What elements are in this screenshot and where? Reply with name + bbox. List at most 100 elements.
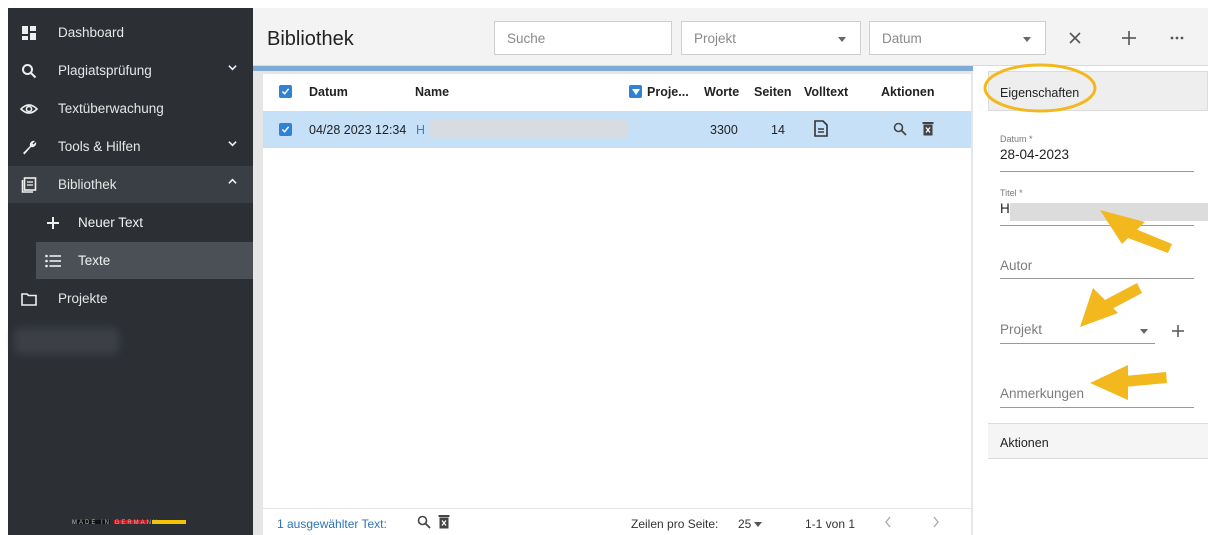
properties-title: Eigenschaften bbox=[1000, 86, 1080, 100]
folder-icon bbox=[18, 292, 40, 306]
autor-placeholder: Autor bbox=[1000, 258, 1033, 273]
row-checkbox[interactable] bbox=[279, 123, 292, 136]
caret-down-icon bbox=[1140, 329, 1148, 334]
library-icon bbox=[18, 176, 40, 193]
project-select[interactable]: Projekt bbox=[681, 21, 861, 55]
rows-per-page-label: Zeilen pro Seite: bbox=[631, 517, 719, 531]
main-panel-accent bbox=[253, 66, 973, 71]
bulk-delete-icon[interactable] bbox=[438, 514, 450, 532]
search-icon bbox=[18, 63, 40, 79]
row-seiten: 14 bbox=[771, 123, 785, 137]
view-icon[interactable] bbox=[893, 122, 907, 139]
list-icon bbox=[42, 254, 64, 268]
column-header-volltext[interactable]: Volltext bbox=[804, 85, 848, 99]
project-placeholder: Projekt bbox=[694, 30, 737, 46]
clear-filter-button[interactable] bbox=[1063, 26, 1087, 50]
sidebar-item-texte[interactable]: Texte bbox=[36, 242, 253, 279]
column-header-name[interactable]: Name bbox=[415, 85, 449, 99]
anmerkungen-underline bbox=[1000, 407, 1194, 408]
autor-underline bbox=[1000, 278, 1194, 279]
selected-count: 1 ausgewählter Text: bbox=[277, 517, 387, 531]
delete-icon[interactable] bbox=[922, 121, 934, 139]
table-footer: 1 ausgewählter Text: Zeilen pro Seite: 2… bbox=[263, 508, 971, 535]
column-header-worte[interactable]: Worte bbox=[704, 85, 739, 99]
titel-underline bbox=[1000, 225, 1194, 226]
chevron-right-icon bbox=[933, 516, 939, 528]
datum-value: 28-04-2023 bbox=[1000, 147, 1070, 162]
plus-icon bbox=[1172, 325, 1184, 337]
sidebar-item-plagiatspruefung[interactable]: Plagiatsprüfung bbox=[8, 52, 253, 89]
column-header-seiten[interactable]: Seiten bbox=[754, 85, 792, 99]
sidebar-item-bibliothek[interactable]: Bibliothek bbox=[8, 166, 253, 203]
dashboard-icon bbox=[18, 25, 40, 41]
projekt-select[interactable]: Projekt bbox=[1000, 322, 1155, 344]
caret-down-icon bbox=[838, 37, 846, 42]
titel-field[interactable]: Titel * H bbox=[1000, 188, 1208, 226]
search-placeholder: Suche bbox=[507, 30, 546, 46]
wrench-icon bbox=[18, 139, 40, 155]
sidebar-item-label: Bibliothek bbox=[58, 177, 117, 192]
projekt-underline bbox=[1000, 343, 1155, 344]
sidebar-item-dashboard[interactable]: Dashboard bbox=[8, 14, 253, 51]
properties-actions-section[interactable]: Aktionen bbox=[988, 423, 1208, 459]
properties-header[interactable]: Eigenschaften bbox=[988, 71, 1208, 111]
search-input[interactable]: Suche bbox=[494, 21, 672, 55]
fulltext-icon[interactable] bbox=[814, 120, 828, 140]
select-all-checkbox[interactable] bbox=[279, 85, 292, 98]
plus-icon bbox=[1122, 31, 1136, 45]
made-in-germany-label: MADE IN GERMANY bbox=[72, 520, 160, 526]
redacted-name bbox=[430, 119, 628, 138]
prev-page-button[interactable] bbox=[884, 516, 892, 531]
close-icon bbox=[1069, 32, 1081, 44]
sidebar-item-label: Texte bbox=[78, 253, 111, 268]
rows-per-page-select[interactable]: 25 bbox=[738, 517, 751, 531]
column-header-aktionen: Aktionen bbox=[881, 85, 935, 99]
top-bar: Bibliothek Suche Projekt Datum bbox=[253, 8, 1208, 66]
row-name: H bbox=[416, 123, 426, 137]
datum-label: Datum * bbox=[1000, 134, 1033, 144]
chevron-left-icon bbox=[885, 516, 891, 528]
sidebar-item-textueberwachung[interactable]: Textüberwachung bbox=[8, 90, 253, 127]
add-project-button[interactable] bbox=[1171, 324, 1185, 341]
project-filter-checkbox[interactable] bbox=[629, 85, 642, 98]
sidebar-item-label: Textüberwachung bbox=[58, 101, 164, 116]
anmerkungen-field[interactable]: Anmerkungen bbox=[1000, 386, 1194, 408]
redacted-title bbox=[1010, 203, 1208, 221]
next-page-button[interactable] bbox=[932, 516, 940, 531]
pagination-range: 1-1 von 1 bbox=[805, 517, 856, 531]
datum-underline bbox=[1000, 171, 1194, 172]
autor-field[interactable]: Autor bbox=[1000, 258, 1194, 279]
check-icon bbox=[281, 88, 290, 95]
row-datum: 04/28 2023 12:34 bbox=[309, 123, 407, 137]
sidebar-item-label: Dashboard bbox=[58, 25, 125, 40]
sidebar-item-label: Projekte bbox=[58, 291, 108, 306]
datum-field[interactable]: Datum * 28-04-2023 bbox=[1000, 134, 1194, 172]
properties-actions-label: Aktionen bbox=[1000, 436, 1049, 450]
column-header-datum[interactable]: Datum bbox=[309, 85, 348, 99]
more-button[interactable] bbox=[1165, 26, 1189, 50]
table-header-row: Datum Name Proje... Worte Seiten Volltex… bbox=[263, 74, 971, 109]
properties-panel: Eigenschaften Datum * 28-04-2023 Titel *… bbox=[988, 66, 1208, 535]
column-header-projekt[interactable]: Proje... bbox=[647, 85, 689, 99]
sidebar-item-tools[interactable]: Tools & Hilfen bbox=[8, 128, 253, 165]
sidebar: Dashboard Plagiatsprüfung Textüberwachun… bbox=[8, 8, 253, 535]
date-placeholder: Datum bbox=[882, 30, 922, 46]
page-title: Bibliothek bbox=[267, 28, 354, 50]
row-worte: 3300 bbox=[710, 123, 738, 137]
anmerkungen-placeholder: Anmerkungen bbox=[1000, 386, 1085, 401]
chevron-down-icon bbox=[228, 141, 237, 147]
sidebar-item-projekte[interactable]: Projekte bbox=[8, 280, 253, 317]
plus-icon bbox=[42, 216, 64, 230]
date-select[interactable]: Datum bbox=[869, 21, 1046, 55]
blurred-logo bbox=[14, 328, 119, 354]
sidebar-item-neuer-text[interactable]: Neuer Text bbox=[8, 204, 253, 241]
sidebar-item-label: Plagiatsprüfung bbox=[58, 63, 152, 78]
more-icon bbox=[1170, 36, 1184, 40]
caret-down-icon bbox=[631, 88, 640, 95]
projekt-placeholder: Projekt bbox=[1000, 322, 1043, 337]
bulk-view-icon[interactable] bbox=[417, 515, 431, 532]
app-window: Dashboard Plagiatsprüfung Textüberwachun… bbox=[0, 0, 1208, 535]
add-button[interactable] bbox=[1117, 26, 1141, 50]
eye-icon bbox=[18, 102, 40, 116]
table-row[interactable]: 04/28 2023 12:34 H 3300 14 bbox=[263, 111, 971, 148]
